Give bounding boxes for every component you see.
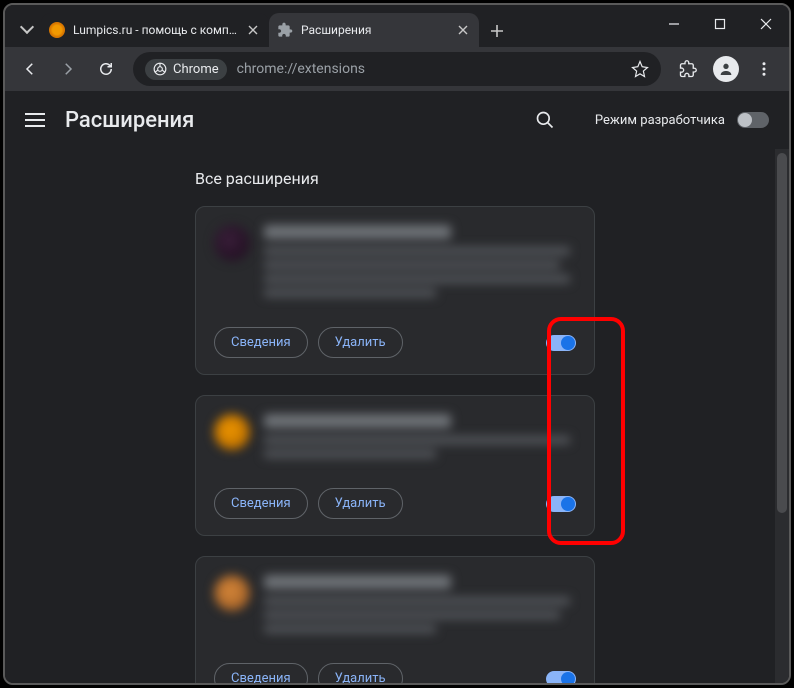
menu-icon[interactable] [25, 113, 45, 127]
extension-info [264, 414, 576, 464]
tab-extensions[interactable]: Расширения [269, 13, 479, 47]
toolbar: Chrome chrome://extensions [5, 47, 789, 91]
extensions-button[interactable] [671, 52, 705, 86]
remove-button[interactable]: Удалить [318, 327, 403, 358]
tab-close-button[interactable] [245, 22, 261, 38]
extension-card: Сведения Удалить [195, 556, 595, 683]
extension-icon [214, 575, 250, 611]
window-controls [651, 5, 789, 43]
remove-button[interactable]: Удалить [318, 663, 403, 683]
forward-button[interactable] [51, 52, 85, 86]
remove-button[interactable]: Удалить [318, 488, 403, 519]
enable-toggle[interactable] [546, 335, 576, 351]
url-text: chrome://extensions [237, 61, 621, 77]
scrollbar[interactable] [775, 149, 789, 683]
close-window-button[interactable] [743, 5, 789, 43]
back-button[interactable] [13, 52, 47, 86]
extension-card: Сведения Удалить [195, 206, 595, 375]
reload-button[interactable] [89, 52, 123, 86]
new-tab-button[interactable] [483, 17, 511, 45]
profile-button[interactable] [709, 52, 743, 86]
details-button[interactable]: Сведения [214, 327, 308, 358]
favicon-icon [49, 22, 65, 38]
extensions-page: Расширения Режим разработчика Все расшир… [5, 91, 789, 683]
address-bar[interactable]: Chrome chrome://extensions [133, 52, 661, 86]
extension-icon [277, 22, 293, 38]
chrome-chip-label: Chrome [173, 62, 219, 77]
tab-lumpics[interactable]: Lumpics.ru - помощь с компьютером [41, 13, 269, 47]
tab-search-dropdown[interactable] [13, 15, 41, 43]
extension-info [264, 225, 576, 303]
details-button[interactable]: Сведения [214, 663, 308, 683]
enable-toggle[interactable] [546, 671, 576, 684]
maximize-button[interactable] [697, 5, 743, 43]
menu-button[interactable] [747, 52, 781, 86]
extension-icon [214, 225, 250, 261]
page-header: Расширения Режим разработчика [5, 91, 789, 149]
dev-mode-label: Режим разработчика [595, 113, 725, 128]
tab-title: Расширения [301, 23, 447, 37]
section-title: Все расширения [195, 169, 775, 188]
tab-title: Lumpics.ru - помощь с компьютером [73, 23, 237, 37]
developer-mode: Режим разработчика [595, 112, 769, 128]
minimize-button[interactable] [651, 5, 697, 43]
content-area: Все расширения Сведения Удалить Сведения… [5, 149, 775, 683]
extension-card: Сведения Удалить [195, 395, 595, 536]
chevron-down-icon [20, 20, 34, 34]
titlebar: Lumpics.ru - помощь с компьютером Расшир… [5, 5, 789, 47]
avatar-icon [713, 56, 739, 82]
bookmark-button[interactable] [631, 60, 649, 78]
enable-toggle[interactable] [546, 496, 576, 512]
search-button[interactable] [535, 110, 555, 130]
extension-icon [214, 414, 250, 450]
page-title: Расширения [65, 108, 515, 133]
scrollbar-thumb[interactable] [777, 153, 787, 513]
extension-info [264, 575, 576, 639]
dev-mode-toggle[interactable] [737, 112, 769, 128]
tab-close-button[interactable] [455, 22, 471, 38]
chrome-chip: Chrome [145, 59, 227, 80]
details-button[interactable]: Сведения [214, 488, 308, 519]
